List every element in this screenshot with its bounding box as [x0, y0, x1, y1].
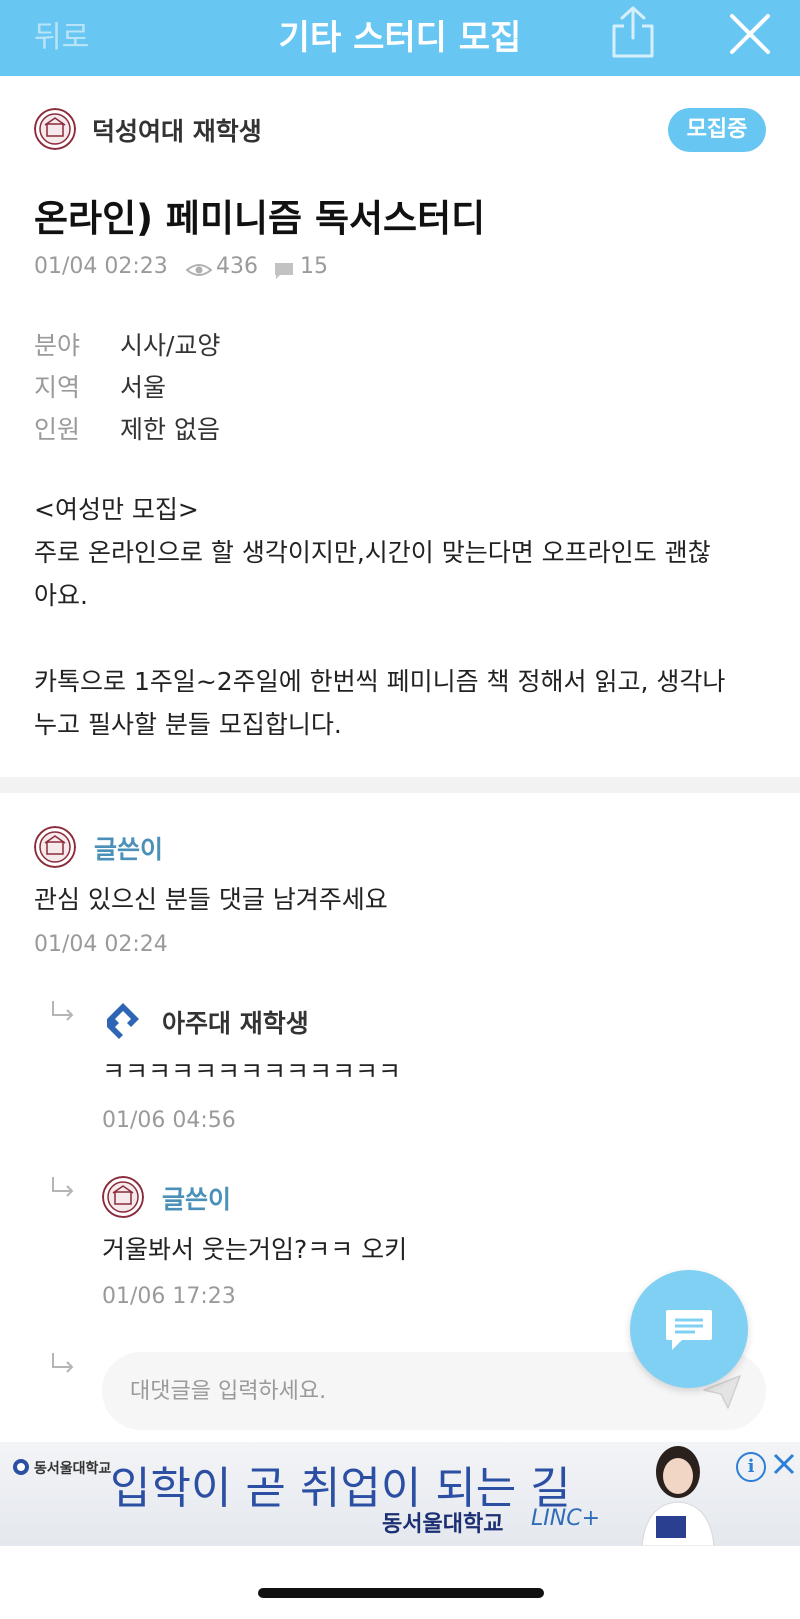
ad-info-button[interactable]: i — [736, 1452, 766, 1482]
view-count: 436 — [216, 254, 258, 279]
reply-arrow-icon — [52, 1353, 74, 1373]
post-author: 덕성여대 재학생 — [92, 117, 262, 146]
info-value-region: 서울 — [120, 373, 167, 402]
reply-time: 01/06 17:23 — [102, 1284, 236, 1309]
comment-author: 글쓴이 — [94, 835, 164, 864]
post-date: 01/04 02:23 — [34, 254, 168, 279]
home-indicator — [258, 1588, 544, 1598]
ad-close-icon[interactable] — [772, 1450, 796, 1478]
university-logo-avatar — [34, 108, 76, 150]
back-button[interactable]: 뒤로 — [34, 12, 89, 56]
section-divider — [0, 777, 800, 793]
post-title: 온라인) 페미니즘 독서스터디 — [34, 197, 486, 240]
comment-time: 01/04 02:24 — [34, 932, 168, 957]
ad-school-logo-text: 동서울대학교 — [34, 1461, 112, 1477]
info-value-members: 제한 없음 — [120, 415, 220, 444]
post-body-line: 카톡으로 1주일~2주일에 한번씩 페미니즘 책 정해서 읽고, 생각나 — [34, 667, 726, 696]
page-title: 기타 스터디 모집 — [278, 18, 522, 58]
comment-fab-button[interactable] — [630, 1270, 748, 1388]
reply-author: 아주대 재학생 — [162, 1009, 309, 1038]
ad-school-name: 동서울대학교 — [382, 1512, 504, 1537]
university-logo-avatar — [102, 1176, 144, 1218]
info-label-field: 분야 — [34, 331, 81, 360]
reply-arrow-icon — [52, 1001, 74, 1021]
share-icon[interactable] — [608, 4, 658, 62]
comment-count-icon — [275, 263, 293, 279]
chat-icon — [666, 1310, 712, 1350]
info-value-field: 시사/교양 — [120, 331, 221, 360]
comment-text: 관심 있으신 분들 댓글 남겨주세요 — [34, 885, 388, 914]
comment-count: 15 — [300, 254, 328, 279]
post-body-line: 아요. — [34, 581, 88, 610]
eye-icon — [186, 264, 212, 276]
ad-person-image — [641, 1446, 715, 1546]
reply-author: 글쓴이 — [162, 1185, 232, 1214]
reply-arrow-icon — [52, 1177, 74, 1197]
school-emblem-icon — [13, 1459, 29, 1475]
info-label-region: 지역 — [34, 373, 81, 402]
post-body-line: <여성만 모집> — [34, 495, 199, 524]
status-badge: 모집중 — [668, 108, 766, 152]
university-logo-avatar — [34, 826, 76, 868]
close-icon[interactable] — [724, 8, 776, 60]
ad-brand: LINC+ — [531, 1506, 600, 1531]
info-label-members: 인원 — [34, 415, 81, 444]
top-navigation-bar: 뒤로 기타 스터디 모집 — [0, 0, 800, 76]
reply-text: 거울봐서 웃는거임?ㅋㅋ 오키 — [102, 1235, 408, 1264]
post-body-line: 주로 온라인으로 할 생각이지만,시간이 맞는다면 오프라인도 괜찮 — [34, 538, 711, 567]
ajou-logo-avatar — [102, 1000, 144, 1042]
post-body-line: 누고 필사할 분들 모집합니다. — [34, 710, 342, 739]
ad-banner[interactable]: 동서울대학교 입학이 곧 취업이 되는 길 동서울대학교 LINC+ i — [0, 1442, 800, 1546]
reply-time: 01/06 04:56 — [102, 1108, 236, 1133]
reply-text: ㅋㅋㅋㅋㅋㅋㅋㅋㅋㅋㅋㅋㅋ — [102, 1057, 402, 1086]
